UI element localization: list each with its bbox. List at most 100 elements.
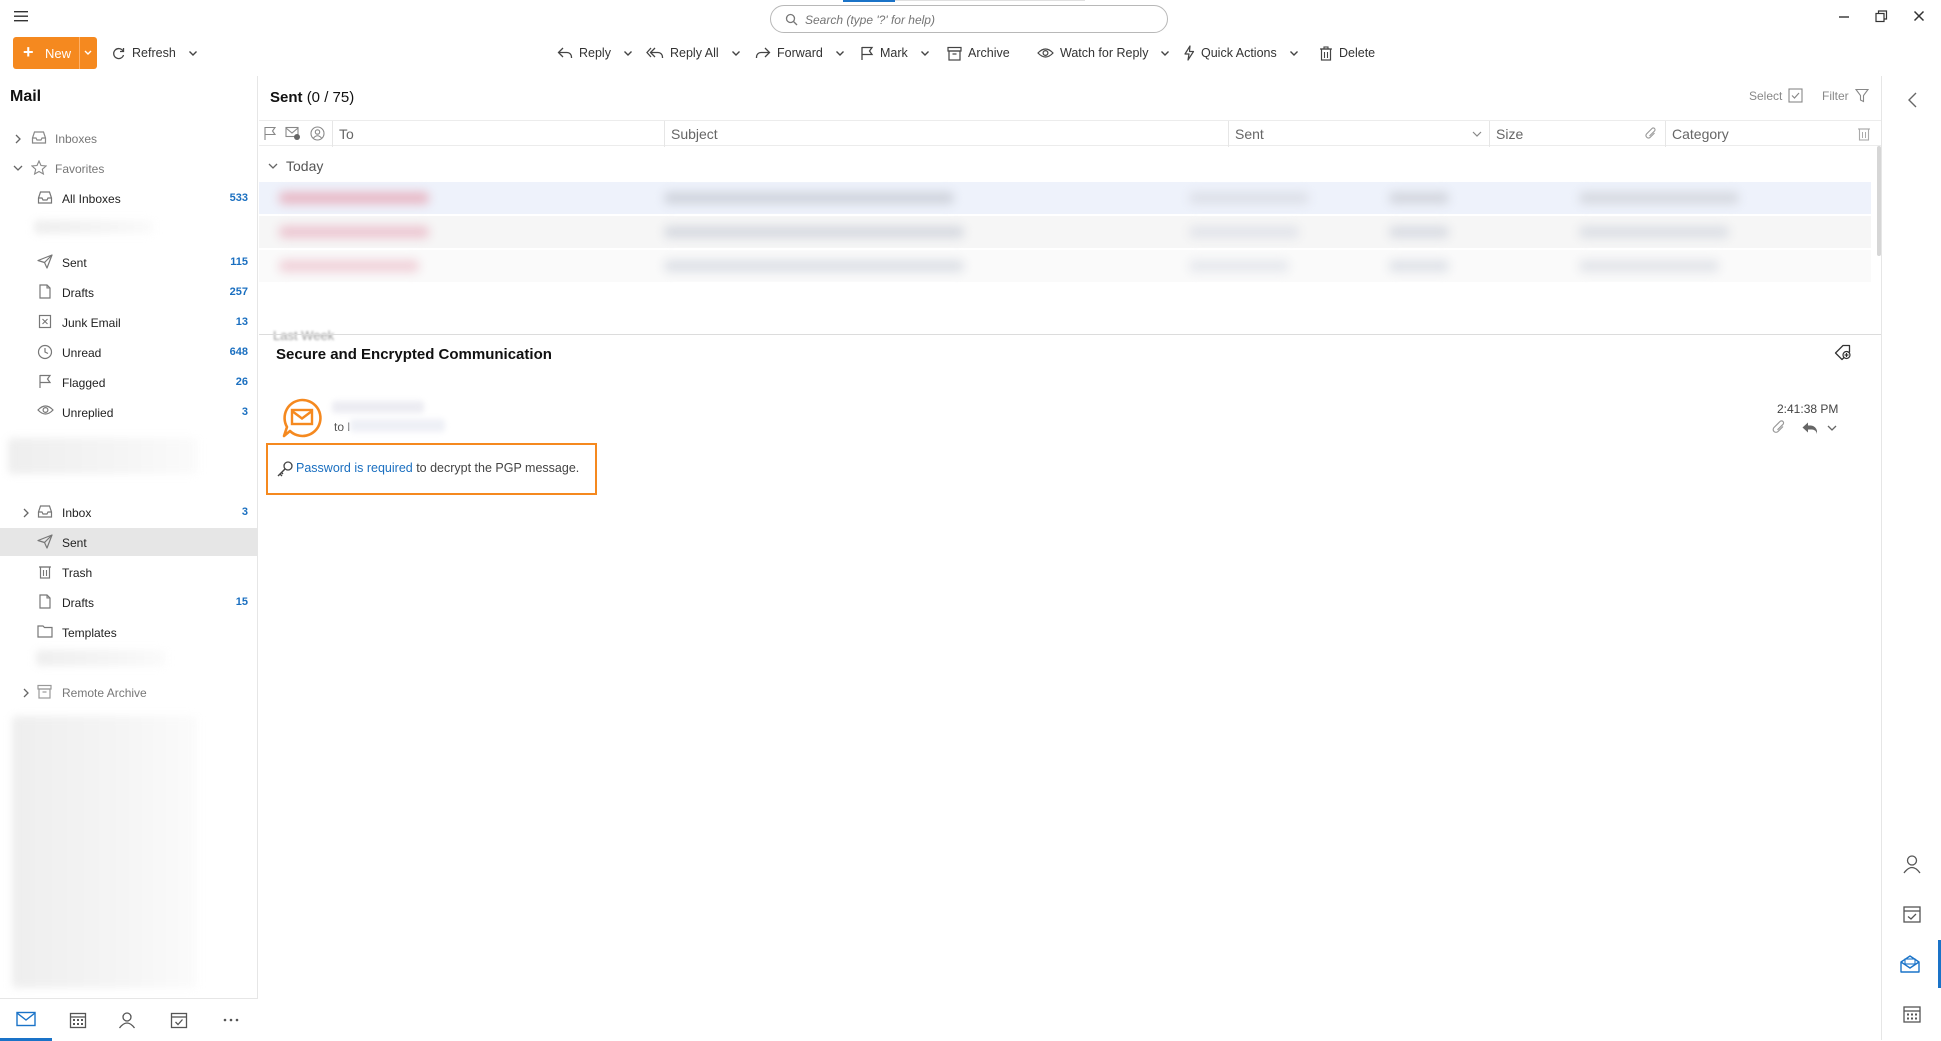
quick-actions-chevron-icon[interactable] <box>1289 48 1299 58</box>
chevron-down-icon[interactable] <box>13 164 23 172</box>
sidebar-item-unread[interactable]: Unread 648 <box>0 338 257 366</box>
sort-chevron-icon <box>1472 130 1482 138</box>
hamburger-menu-icon[interactable] <box>12 8 30 24</box>
tasks-module-button[interactable] <box>153 999 205 1041</box>
reply-chevron-icon[interactable] <box>623 48 633 58</box>
sidebar-item-flagged[interactable]: Flagged 26 <box>0 368 257 396</box>
mark-chevron-icon[interactable] <box>920 48 930 58</box>
inbox-icon <box>31 130 47 145</box>
sidebar-item-inboxes[interactable]: Inboxes <box>0 124 257 152</box>
star-icon <box>31 160 47 175</box>
forward-button[interactable]: Forward <box>755 42 845 64</box>
unread-count: 115 <box>230 256 248 268</box>
sidebar-item-drafts-favorite[interactable]: Drafts 257 <box>0 278 257 306</box>
reply-all-chevron-icon[interactable] <box>731 48 741 58</box>
delete-button[interactable]: Delete <box>1319 42 1375 64</box>
sidebar-item-unreplied[interactable]: Unreplied 3 <box>0 398 257 426</box>
search-input[interactable] <box>805 11 1155 29</box>
contacts-module-button[interactable] <box>101 999 153 1041</box>
tag-icon[interactable] <box>1834 344 1852 362</box>
sidebar-item-junk-email[interactable]: Junk Email 13 <box>0 308 257 336</box>
trash-column-icon[interactable] <box>1857 126 1871 141</box>
mark-button[interactable]: Mark <box>860 42 930 64</box>
reply-all-icon <box>646 46 664 60</box>
folder-name: Sent <box>270 89 303 106</box>
select-button[interactable]: Select <box>1749 88 1829 103</box>
new-button[interactable]: + New <box>13 37 97 69</box>
sidebar-item-label: All Inboxes <box>62 192 121 206</box>
more-icon <box>223 1018 239 1022</box>
calendar-module-button[interactable] <box>52 999 104 1041</box>
watch-chevron-icon[interactable] <box>1160 48 1170 58</box>
mail-module-button[interactable] <box>0 999 52 1041</box>
flag-column-icon[interactable] <box>263 126 277 141</box>
refresh-chevron-icon[interactable] <box>188 48 198 58</box>
archive-button[interactable]: Archive <box>947 42 1010 64</box>
restore-button[interactable] <box>1869 6 1893 26</box>
redacted-sender-name <box>332 401 424 413</box>
attachment-icon[interactable] <box>1771 419 1787 436</box>
draft-icon <box>38 284 52 299</box>
close-button[interactable] <box>1907 6 1931 26</box>
reading-pane: Secure and Encrypted Communication to l … <box>259 334 1881 1040</box>
quick-actions-button[interactable]: Quick Actions <box>1183 42 1299 64</box>
new-dropdown-chevron-icon[interactable] <box>83 44 93 62</box>
sender-avatar[interactable] <box>280 397 324 439</box>
forward-icon <box>755 46 771 60</box>
person-icon <box>1902 854 1922 874</box>
chevron-right-icon[interactable] <box>22 688 30 698</box>
column-size[interactable]: Size <box>1489 121 1641 147</box>
rail-contacts-button[interactable] <box>1882 840 1941 888</box>
minimize-button[interactable] <box>1832 6 1856 26</box>
contact-column-icon[interactable] <box>310 126 325 141</box>
table-row[interactable] <box>259 250 1871 282</box>
sidebar-item-label: Sent <box>62 536 87 550</box>
sidebar-item-templates[interactable]: Templates <box>0 618 257 646</box>
table-row[interactable] <box>259 216 1871 248</box>
table-row[interactable] <box>259 182 1871 214</box>
sidebar-item-favorites[interactable]: Favorites <box>0 154 257 182</box>
password-required-link[interactable]: Password is required <box>296 461 413 475</box>
more-modules-button[interactable] <box>205 999 257 1041</box>
chevron-right-icon[interactable] <box>14 134 22 144</box>
sidebar-item-sent-favorite[interactable]: Sent 115 <box>0 248 257 276</box>
column-subject[interactable]: Subject <box>664 121 1228 147</box>
chevron-right-icon[interactable] <box>22 508 30 518</box>
reply-all-button[interactable]: Reply All <box>646 42 741 64</box>
group-header-today[interactable]: Today <box>268 158 323 174</box>
archive-label: Archive <box>968 46 1010 60</box>
attachment-column-icon[interactable] <box>1644 126 1658 142</box>
sidebar-item-drafts[interactable]: Drafts 15 <box>0 588 257 616</box>
rail-tasks-button[interactable] <box>1882 890 1941 938</box>
sidebar-item-sent[interactable]: Sent <box>0 528 257 556</box>
forward-chevron-icon[interactable] <box>835 48 845 58</box>
search-box[interactable] <box>770 5 1168 33</box>
column-sent[interactable]: Sent <box>1228 121 1489 147</box>
sidebar-item-label: Unreplied <box>62 406 114 420</box>
sidebar-item-trash[interactable]: Trash <box>0 558 257 586</box>
redacted-size <box>1389 260 1449 272</box>
column-sent-label: Sent <box>1235 126 1264 142</box>
reply-icon[interactable] <box>1801 421 1819 435</box>
junk-icon <box>38 314 52 329</box>
sidebar-item-label: Templates <box>62 626 117 640</box>
reply-button[interactable]: Reply <box>557 42 633 64</box>
clock-icon <box>37 344 53 360</box>
rail-mail-button[interactable] <box>1882 940 1941 988</box>
watch-for-reply-button[interactable]: Watch for Reply <box>1037 42 1170 64</box>
collapse-pane-button[interactable] <box>1882 76 1941 124</box>
sidebar-item-remote-archive[interactable]: Remote Archive <box>0 678 257 706</box>
sidebar-item-label: Inbox <box>62 506 92 520</box>
chevron-down-icon[interactable] <box>1827 424 1837 432</box>
filter-label: Filter <box>1822 88 1849 103</box>
sidebar-item-inbox[interactable]: Inbox 3 <box>0 498 257 526</box>
sidebar-title: Mail <box>10 88 42 105</box>
filter-button[interactable]: Filter <box>1822 88 1869 103</box>
sidebar-item-all-inboxes[interactable]: All Inboxes 533 <box>0 184 257 212</box>
read-status-column-icon[interactable] <box>285 126 301 141</box>
folder-title: Sent (0 / 75) <box>270 89 354 106</box>
rail-calendar-button[interactable] <box>1882 990 1941 1038</box>
forward-label: Forward <box>777 46 823 60</box>
refresh-button[interactable]: Refresh <box>111 42 198 64</box>
column-category[interactable]: Category <box>1665 121 1853 147</box>
